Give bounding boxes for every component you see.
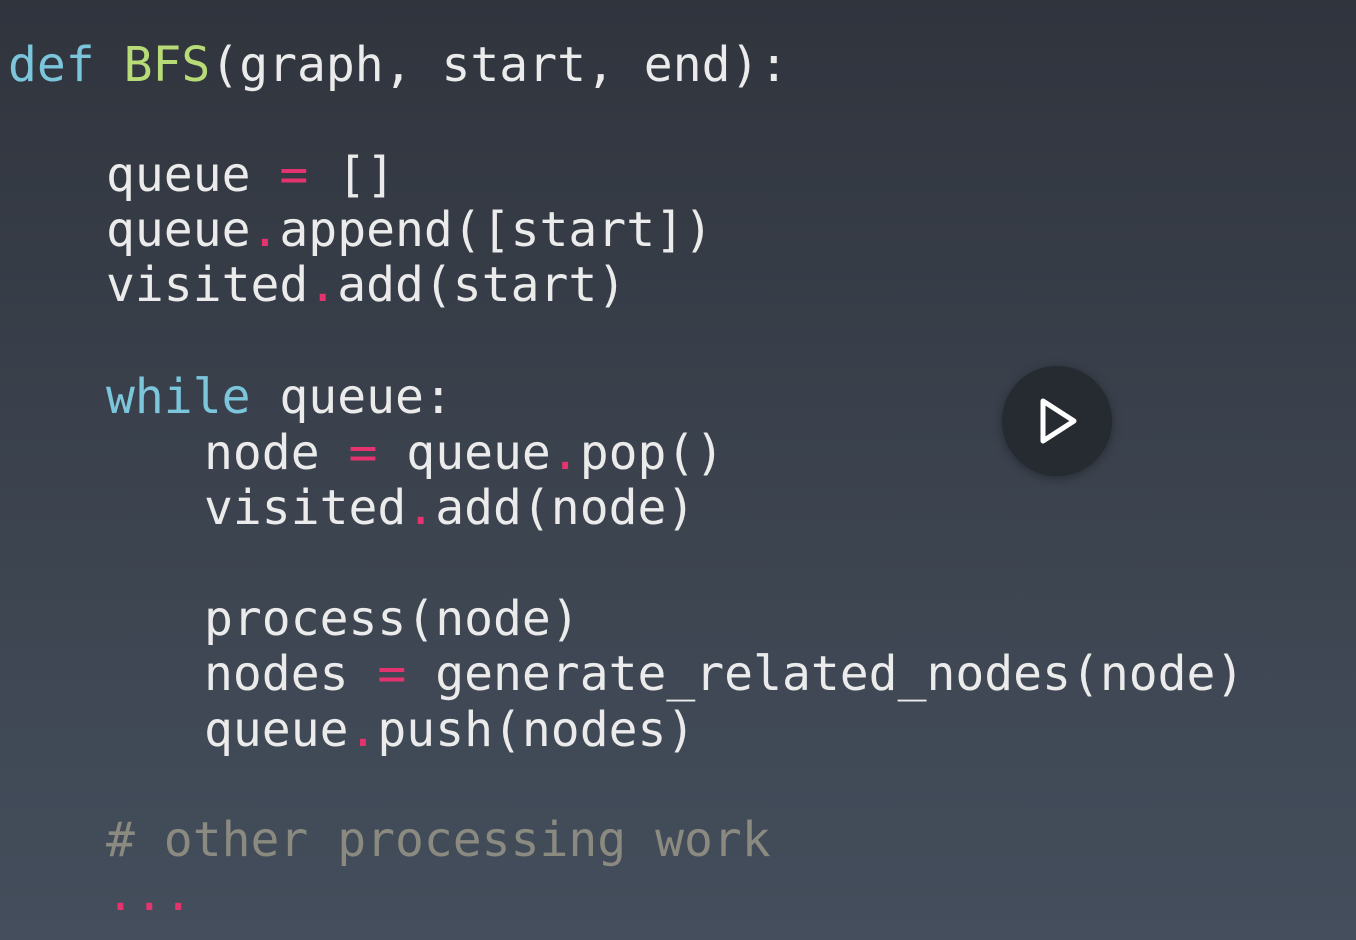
operator-token: . <box>406 480 436 536</box>
code-text-token: process(node) <box>204 591 580 647</box>
code-text-token: queue <box>106 147 280 203</box>
code-text-token: append([start]) <box>279 202 713 258</box>
code-text-token: (graph, start, end): <box>210 37 789 93</box>
operator-token: . <box>348 702 378 758</box>
play-icon <box>1040 398 1077 444</box>
code-line: queue = [] <box>106 148 395 203</box>
operator-token: ... <box>106 866 193 922</box>
code-text-token: node <box>204 425 349 481</box>
code-text-token: visited <box>106 257 309 313</box>
code-text-token: push(nodes) <box>377 702 696 758</box>
code-line: # other processing work <box>106 813 771 868</box>
code-text-token: generate_related_nodes(node) <box>406 646 1245 702</box>
code-text-token: queue <box>377 425 551 481</box>
code-text-token: pop() <box>579 425 725 481</box>
operator-token: . <box>250 202 280 258</box>
comment-token: # other processing work <box>106 812 771 868</box>
operator-token: = <box>279 147 309 203</box>
code-line: ... <box>106 867 193 922</box>
code-line: queue.push(nodes) <box>204 703 695 758</box>
operator-token: . <box>550 425 580 481</box>
operator-token: = <box>377 646 407 702</box>
code-line: while queue: <box>106 370 453 425</box>
code-text-token: queue <box>106 202 251 258</box>
code-text-token: nodes <box>204 646 378 702</box>
keyword-token: def <box>8 37 95 93</box>
code-text-token: [] <box>308 147 395 203</box>
code-line: nodes = generate_related_nodes(node) <box>204 647 1244 702</box>
code-text-token: queue: <box>250 369 453 425</box>
code-line: queue.append([start]) <box>106 203 713 258</box>
function-name-token: BFS <box>123 37 211 93</box>
code-view: def BFS(graph, start, end): queue = [] que… <box>0 0 1356 940</box>
code-text-token: visited <box>204 480 407 536</box>
play-button[interactable] <box>1002 366 1112 476</box>
code-line: visited.add(start) <box>106 258 626 313</box>
operator-token: = <box>348 425 378 481</box>
code-text-token: add(start) <box>337 257 627 313</box>
code-text-token: queue <box>204 702 349 758</box>
code-line: process(node) <box>204 592 580 647</box>
code-text-token: add(node) <box>435 480 696 536</box>
keyword-token: while <box>106 369 251 425</box>
code-line: node = queue.pop() <box>204 426 724 481</box>
code-line: def BFS(graph, start, end): <box>8 38 788 93</box>
code-line: visited.add(node) <box>204 481 695 536</box>
operator-token: . <box>308 257 338 313</box>
